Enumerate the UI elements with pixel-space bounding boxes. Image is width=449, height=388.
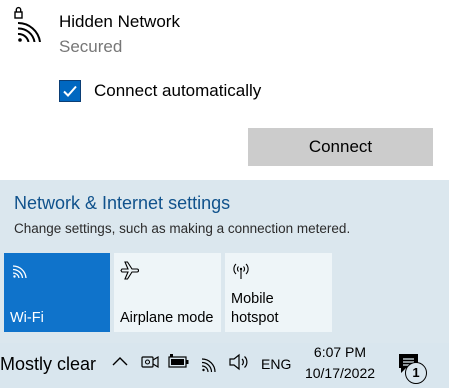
wifi-icon[interactable] bbox=[200, 352, 220, 377]
chevron-up-icon[interactable] bbox=[110, 352, 130, 377]
connect-automatically-checkbox[interactable] bbox=[59, 80, 81, 102]
connect-automatically-label[interactable]: Connect automatically bbox=[94, 81, 261, 101]
connect-button[interactable]: Connect bbox=[248, 128, 433, 166]
checkmark-icon bbox=[63, 85, 77, 97]
quick-action-label: Mobile hotspot bbox=[231, 290, 279, 328]
weather-widget[interactable]: Mostly clear bbox=[0, 354, 96, 375]
clock-date[interactable]: 10/17/2022 bbox=[300, 365, 380, 381]
hotspot-label-line1: Mobile bbox=[231, 291, 274, 307]
airplane-icon bbox=[120, 260, 140, 285]
quick-action-wifi[interactable]: Wi-Fi bbox=[4, 253, 110, 332]
notification-count-badge: 1 bbox=[405, 362, 427, 384]
wifi-icon bbox=[10, 260, 30, 283]
network-flyout: Hidden Network Secured Connect automatic… bbox=[0, 0, 449, 180]
network-name: Hidden Network bbox=[59, 12, 180, 31]
quick-action-label: Wi-Fi bbox=[10, 310, 44, 326]
network-status: Secured bbox=[59, 37, 123, 56]
quick-action-mobile-hotspot[interactable]: Mobile hotspot bbox=[225, 253, 332, 332]
quick-action-airplane-mode[interactable]: Airplane mode bbox=[114, 253, 221, 332]
volume-icon[interactable] bbox=[228, 352, 250, 377]
secured-wifi-icon bbox=[12, 6, 46, 43]
network-settings-description: Change settings, such as making a connec… bbox=[14, 221, 351, 236]
hotspot-label-line2: hotspot bbox=[231, 310, 279, 326]
language-indicator[interactable]: ENG bbox=[261, 356, 291, 372]
meet-now-icon[interactable] bbox=[140, 352, 160, 377]
hotspot-icon bbox=[231, 260, 251, 285]
network-settings-link[interactable]: Network & Internet settings bbox=[14, 193, 230, 214]
battery-icon[interactable] bbox=[168, 352, 190, 377]
quick-action-label: Airplane mode bbox=[120, 310, 214, 326]
clock-time[interactable]: 6:07 PM bbox=[300, 344, 380, 360]
